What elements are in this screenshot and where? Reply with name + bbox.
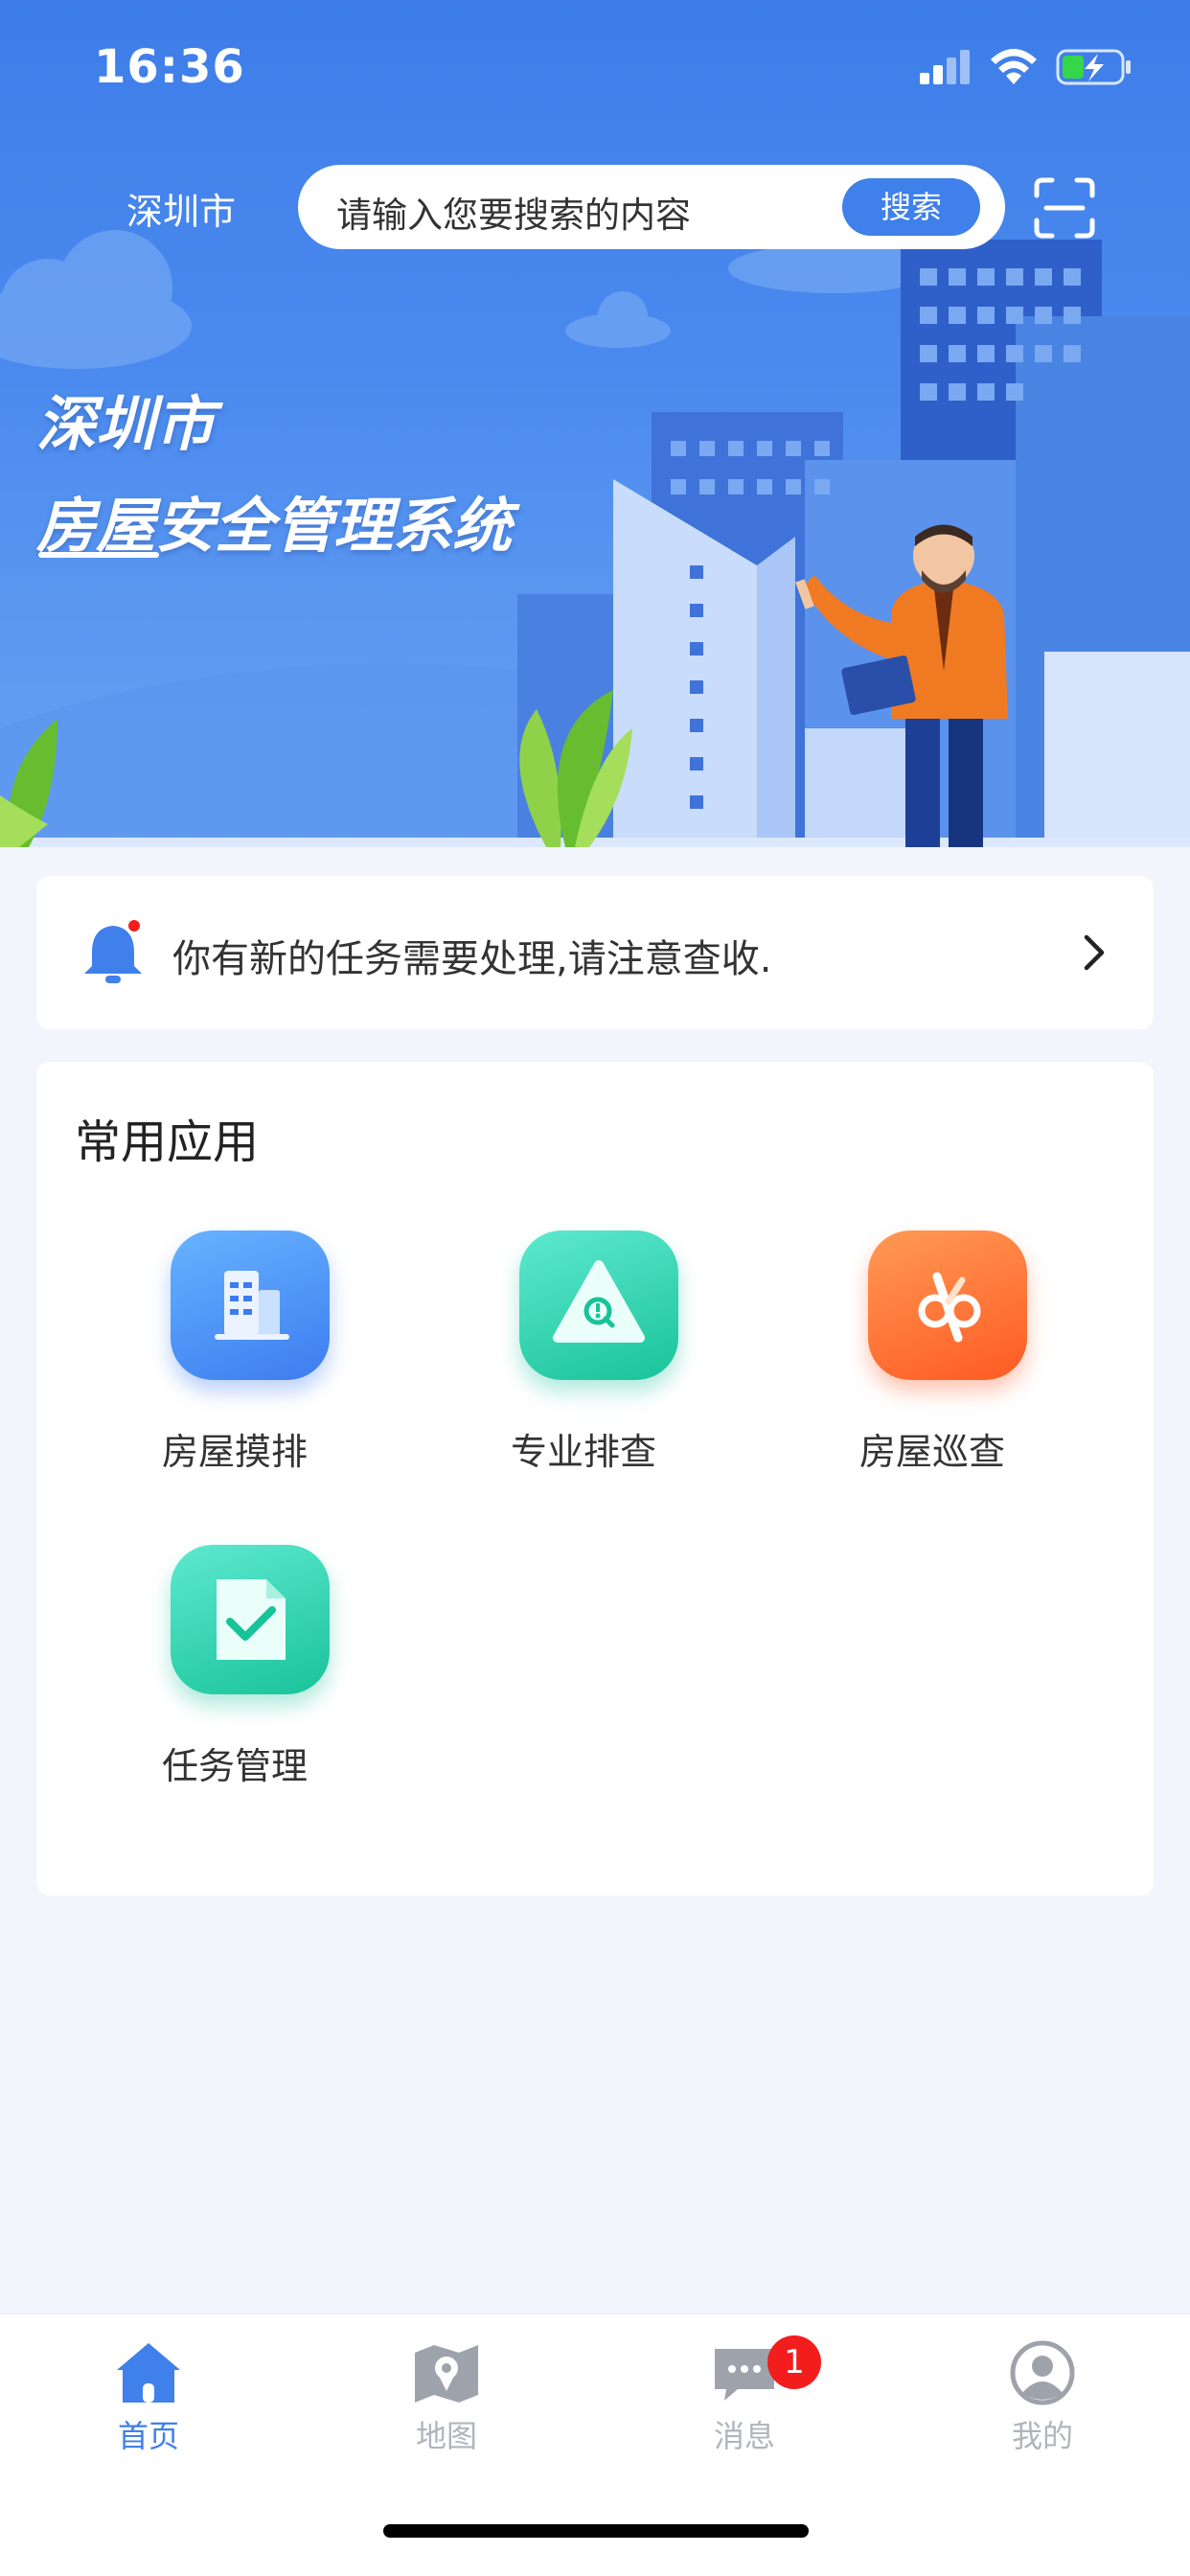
status-icons xyxy=(920,46,1133,88)
tab-label: 我的 xyxy=(1011,2418,1073,2454)
app-professional-inspection[interactable]: 专业排查 xyxy=(439,1230,726,1508)
app-label: 房屋摸排 xyxy=(161,1431,308,1473)
banner-title-line2: 房屋安全管理系统 xyxy=(36,491,513,561)
notice-text: 你有新的任务需要处理,请注意查收. xyxy=(172,937,772,981)
app-label: 专业排查 xyxy=(510,1431,656,1473)
building-icon[interactable] xyxy=(171,1230,330,1380)
banner-title-line1: 深圳市 xyxy=(36,389,216,459)
tab-label: 消息 xyxy=(713,2418,775,2454)
common-apps-card: 常用应用 房屋摸排 专业排查 房屋巡查 任务管理 xyxy=(36,1062,1154,1896)
bell-icon xyxy=(84,920,142,983)
app-house-survey[interactable]: 房屋摸排 xyxy=(90,1230,378,1508)
banner-underline xyxy=(38,552,159,558)
task-notice-bar[interactable]: 你有新的任务需要处理,请注意查收. xyxy=(36,876,1154,1029)
chevron-right-icon[interactable] xyxy=(1075,932,1113,974)
home-icon xyxy=(117,2343,180,2403)
patrol-icon[interactable] xyxy=(868,1230,1027,1380)
tab-home[interactable]: 首页 xyxy=(53,2339,244,2464)
app-label: 任务管理 xyxy=(161,1745,308,1787)
city-selector[interactable]: 深圳市 xyxy=(126,182,236,235)
app-label: 房屋巡查 xyxy=(858,1431,1005,1473)
tab-label: 首页 xyxy=(117,2418,179,2454)
cellular-signal-icon xyxy=(920,50,970,84)
hero-banner: 16:36 深圳市 请输入您要搜索的内容 搜索 深圳市 房屋安全管理系统 xyxy=(0,0,1190,847)
wifi-icon xyxy=(991,49,1037,84)
app-house-patrol[interactable]: 房屋巡查 xyxy=(788,1230,1075,1508)
map-icon xyxy=(415,2345,478,2403)
profile-icon xyxy=(1010,2340,1075,2405)
common-apps-title: 常用应用 xyxy=(75,1116,260,1169)
tab-label: 地图 xyxy=(415,2418,477,2454)
search-button[interactable]: 搜索 xyxy=(842,178,980,236)
task-check-icon[interactable] xyxy=(171,1545,330,1694)
app-task-management[interactable]: 任务管理 xyxy=(90,1545,378,1823)
status-time: 16:36 xyxy=(94,40,245,94)
search-input[interactable]: 请输入您要搜索的内容 xyxy=(336,186,691,238)
home-indicator xyxy=(383,2524,809,2538)
tab-messages[interactable]: 消息 1 xyxy=(649,2335,840,2464)
tab-map[interactable]: 地图 xyxy=(351,2339,542,2464)
battery-icon xyxy=(1056,49,1131,85)
search-bar[interactable]: 请输入您要搜索的内容 搜索 xyxy=(298,165,1005,249)
unread-badge: 1 xyxy=(767,2335,821,2389)
tab-profile[interactable]: 我的 xyxy=(947,2339,1138,2464)
warning-search-icon[interactable] xyxy=(519,1230,678,1380)
scan-icon[interactable] xyxy=(1033,176,1096,240)
banner-title: 深圳市 房屋安全管理系统 xyxy=(36,374,512,577)
